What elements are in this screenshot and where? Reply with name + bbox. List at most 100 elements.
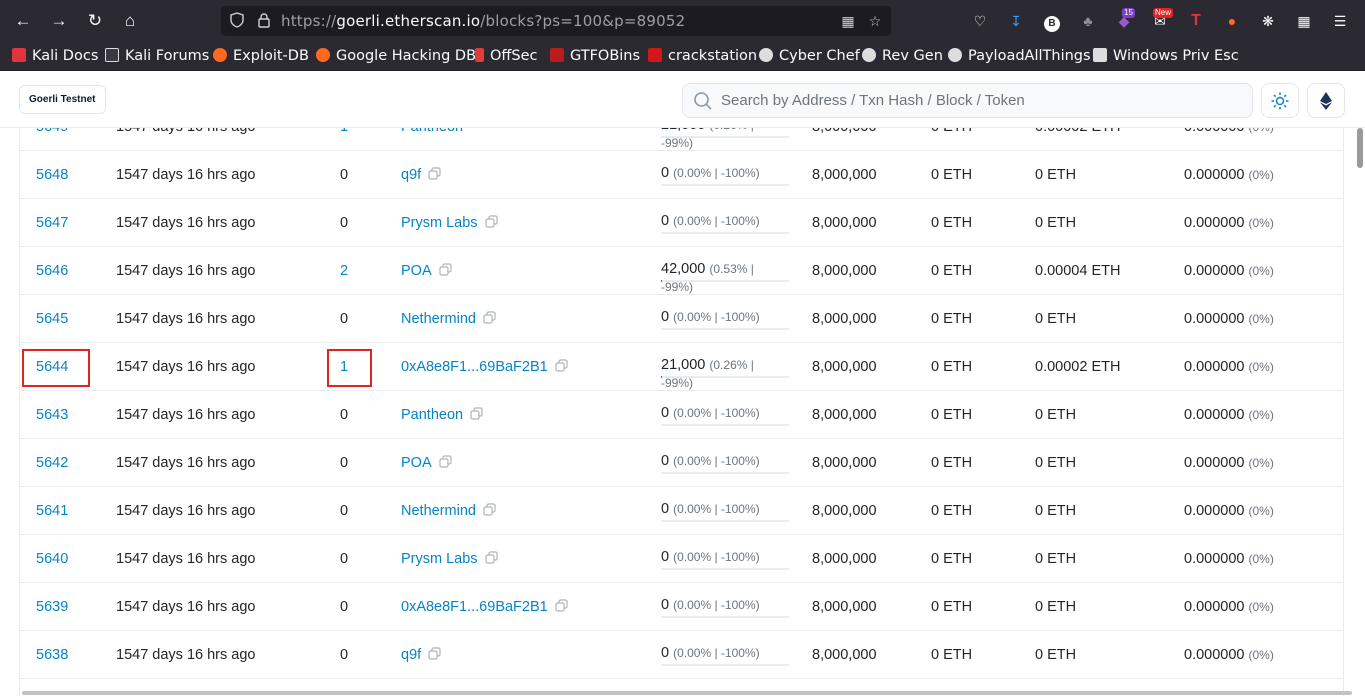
copy-icon[interactable] (428, 167, 441, 180)
url-bar[interactable]: https://goerli.etherscan.io/blocks?ps=10… (221, 6, 891, 36)
horizontal-scrollbar[interactable] (22, 691, 1352, 695)
fee-recipient-link[interactable]: Pantheon (401, 391, 483, 439)
download-icon[interactable]: ↧ (1005, 10, 1027, 32)
crackstation-icon (648, 48, 662, 62)
bookmark-star-icon[interactable]: ☆ (866, 12, 884, 30)
back-arrow-icon[interactable]: ← (10, 9, 36, 33)
bookmark-kali-forums[interactable]: Kali Forums (105, 42, 209, 71)
table-row: 5645 1547 days 16 hrs ago 0 Nethermind 0 (0.… (20, 295, 1343, 343)
copy-icon[interactable] (470, 407, 483, 420)
burnt-fees: 0.000000 (0%) (1184, 199, 1274, 247)
burnt-fees-pct: (0%) (1248, 648, 1274, 662)
bookmark-payloadallthings[interactable]: PayloadAllThings (948, 42, 1091, 71)
copy-icon[interactable] (483, 503, 496, 516)
burnt-fees: 0.000000 (0%) (1184, 247, 1274, 295)
fee-recipient-link[interactable]: Nethermind (401, 295, 496, 343)
bookmark-kali-docs[interactable]: Kali Docs (12, 42, 98, 71)
browser-toolbar: ← → ↻ ⌂ https://goerli.etherscan.io/bloc… (0, 0, 1365, 42)
burnt-fees-pct: (0%) (1248, 600, 1274, 614)
fee-recipient-link[interactable]: 0xA8e8F1...69BaF2B1 (401, 343, 568, 391)
block-number-link[interactable]: 5643 (36, 391, 68, 439)
burnt-fees: 0.000000 (0%) (1184, 631, 1274, 679)
t-extension-icon[interactable]: T (1185, 10, 1207, 32)
reward: 0 ETH (1035, 311, 1077, 327)
network-badge[interactable]: Goerli Testnet (19, 85, 106, 114)
extensions-icon[interactable]: ❋ (1257, 10, 1279, 32)
gas-used-pct: (0.00% | -100%) (673, 406, 760, 420)
txn-count: 0 (340, 647, 349, 663)
reward: 0.00002 ETH (1035, 359, 1121, 375)
search-input[interactable] (721, 84, 1241, 117)
lock-icon[interactable] (255, 12, 273, 30)
puzzle-extension-icon[interactable]: ♣ (1077, 10, 1099, 32)
menu-icon[interactable]: ☰ (1329, 10, 1351, 32)
copy-icon[interactable] (484, 215, 498, 228)
table-row: 5640 1547 days 16 hrs ago 0 Prysm Labs 0 (0.… (20, 535, 1343, 583)
pocket-icon[interactable]: ♡ (969, 10, 991, 32)
bookmark-exploit-db[interactable]: Exploit-DB (213, 42, 309, 71)
fee-recipient-link[interactable]: POA (401, 439, 452, 487)
block-number-link[interactable]: 5646 (36, 247, 68, 295)
url-text[interactable]: https://goerli.etherscan.io/blocks?ps=10… (281, 6, 685, 36)
shield-icon[interactable] (228, 12, 246, 30)
block-number-link[interactable]: 5645 (36, 295, 68, 343)
copy-icon[interactable] (439, 263, 452, 276)
search-box[interactable] (682, 83, 1253, 118)
forward-arrow-icon[interactable]: → (46, 9, 72, 33)
burnt-fees-pct: (0%) (1248, 504, 1274, 518)
bookmark-google-hacking-db[interactable]: Google Hacking DB (316, 42, 476, 71)
b-extension-icon[interactable]: B (1041, 10, 1063, 32)
bookmark-cyber-chef[interactable]: Cyber Chef (759, 42, 860, 71)
qr-code-icon[interactable]: ▦ (839, 12, 857, 30)
txn-count: 0 (340, 407, 349, 423)
home-icon[interactable]: ⌂ (117, 9, 143, 33)
vertical-scrollbar[interactable] (1357, 128, 1363, 168)
table-row: 5647 1547 days 16 hrs ago 0 Prysm Labs 0 (0.… (20, 199, 1343, 247)
reward: 0 ETH (1035, 647, 1077, 663)
burnt-fees-pct: (0%) (1248, 360, 1274, 374)
gas-used: 0 (0.00% | -100%) (661, 596, 789, 618)
bookmark-offsec[interactable]: OffSec (475, 42, 538, 71)
network-switch-button[interactable] (1307, 83, 1345, 118)
site-header: Goerli Testnet (0, 71, 1365, 128)
fee-recipient-link[interactable]: POA (401, 247, 452, 295)
bookmark-gtfobins[interactable]: GTFOBins (550, 42, 640, 71)
theme-toggle-button[interactable] (1261, 83, 1299, 118)
copy-icon[interactable] (439, 455, 452, 468)
copy-icon[interactable] (555, 359, 568, 372)
block-age: 1547 days 16 hrs ago (116, 551, 256, 567)
fee-recipient-link[interactable]: q9f (401, 631, 441, 679)
fee-recipient-link[interactable]: Prysm Labs (401, 535, 498, 583)
fee-recipient-link[interactable]: q9f (401, 151, 441, 199)
copy-icon[interactable] (428, 647, 441, 660)
gas-used: 42,000 (0.53% | -99%) (661, 260, 789, 294)
txn-count[interactable]: 2 (340, 247, 348, 295)
bookmark-label: Google Hacking DB (336, 48, 477, 64)
fee-recipient-link[interactable]: Nethermind (401, 487, 496, 535)
gas-limit: 8,000,000 (812, 503, 877, 519)
block-number-link[interactable]: 5648 (36, 151, 68, 199)
txn-highlight-box (327, 349, 372, 387)
block-number-link[interactable]: 5647 (36, 199, 68, 247)
bookmark-windows-priv-esc[interactable]: Windows Priv Esc (1093, 42, 1239, 71)
grid-extension-icon[interactable]: ▦ (1293, 10, 1315, 32)
fee-recipient-link[interactable]: 0xA8e8F1...69BaF2B1 (401, 583, 568, 631)
burnt-fees-value: 0.000000 (1184, 407, 1245, 423)
copy-icon[interactable] (483, 311, 496, 324)
fee-recipient-link[interactable]: Prysm Labs (401, 199, 498, 247)
gas-limit: 8,000,000 (812, 167, 877, 183)
copy-icon[interactable] (484, 551, 498, 564)
fox-extension-icon[interactable]: ● (1221, 10, 1243, 32)
block-number-link[interactable]: 5642 (36, 439, 68, 487)
copy-icon[interactable] (555, 599, 568, 612)
base-fee: 0 ETH (931, 455, 973, 471)
block-age: 1547 days 16 hrs ago (116, 503, 256, 519)
block-number-link[interactable]: 5641 (36, 487, 68, 535)
block-number-link[interactable]: 5640 (36, 535, 68, 583)
block-number-link[interactable]: 5638 (36, 631, 68, 679)
reload-icon[interactable]: ↻ (82, 9, 108, 33)
bookmark-rev-gen[interactable]: Rev Gen (862, 42, 943, 71)
block-number-link[interactable]: 5639 (36, 583, 68, 631)
bookmark-crackstation[interactable]: crackstation (648, 42, 757, 71)
burnt-fees-value: 0.000000 (1184, 215, 1245, 231)
